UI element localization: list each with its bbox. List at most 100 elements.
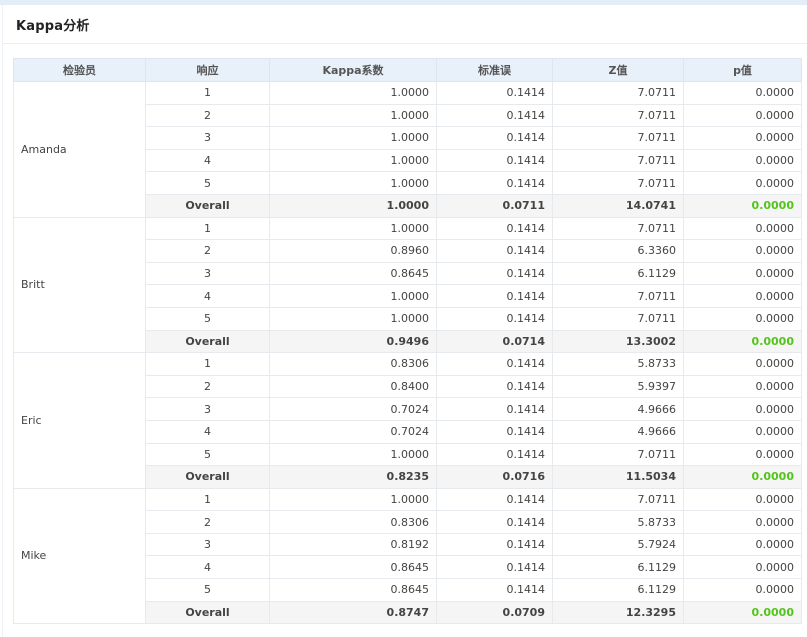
rater-name: Amanda [13, 81, 146, 218]
p-value-cell: 0.0000 [683, 600, 802, 625]
response-cell: 4 [145, 555, 270, 580]
p-value-cell: 0.0000 [683, 487, 802, 512]
z-value-cell: 5.7924 [552, 532, 684, 557]
kappa-cell: 1.0000 [269, 126, 437, 150]
panel-header: Kappa分析 [3, 5, 807, 44]
p-value-cell: 0.0000 [683, 171, 802, 195]
std-error-cell: 0.1414 [436, 306, 553, 331]
response-cell: Overall [145, 600, 270, 625]
p-value-cell: 0.0000 [683, 148, 802, 173]
response-cell: 5 [145, 306, 270, 331]
std-error-cell: 0.0711 [436, 193, 553, 218]
z-value-cell: 7.0711 [552, 306, 684, 331]
p-value-cell: 0.0000 [683, 555, 802, 580]
kappa-cell: 0.7024 [269, 397, 437, 421]
table-row: Eric 1 0.8306 0.1414 5.8733 0.0000 [13, 352, 802, 489]
table-row: Mike 1 1.0000 0.1414 7.0711 0.0000 [13, 487, 802, 625]
kappa-cell: 1.0000 [269, 171, 437, 195]
z-value-cell: 7.0711 [552, 487, 684, 512]
response-cell: 3 [145, 532, 270, 557]
std-error-cell: 0.1414 [436, 487, 553, 512]
p-value-cell: 0.0000 [683, 442, 802, 467]
kappa-cell: 1.0000 [269, 487, 437, 512]
kappa-cell: 0.9496 [269, 329, 437, 354]
std-error-cell: 0.1414 [436, 261, 553, 286]
z-value-cell: 7.0711 [552, 442, 684, 467]
response-cell: 4 [145, 419, 270, 444]
std-error-cell: 0.1414 [436, 171, 553, 195]
std-error-cell: 0.1414 [436, 578, 553, 602]
p-value-cell: 0.0000 [683, 81, 802, 105]
std-error-cell: 0.1414 [436, 510, 553, 534]
kappa-cell: 0.8645 [269, 555, 437, 580]
kappa-cell: 1.0000 [269, 193, 437, 218]
table-row: Britt 1 1.0000 0.1414 7.0711 0.0000 [13, 216, 802, 354]
column-header-kappa: Kappa系数 [269, 58, 437, 82]
rater-name: Eric [13, 352, 146, 489]
column-header-std-error: 标准误 [436, 58, 553, 82]
z-value-cell: 6.1129 [552, 555, 684, 580]
z-value-cell: 7.0711 [552, 103, 684, 128]
kappa-cell: 1.0000 [269, 284, 437, 308]
z-value-cell: 13.3002 [552, 329, 684, 354]
kappa-cell: 0.8235 [269, 465, 437, 489]
z-value-cell: 11.5034 [552, 465, 684, 489]
table-body: Amanda 1 1.0000 0.1414 7.0711 0.0000 2 1.0000 0.… [13, 81, 802, 625]
kappa-cell: 1.0000 [269, 103, 437, 128]
p-value-cell: 0.0000 [683, 329, 802, 354]
response-cell: 2 [145, 374, 270, 399]
z-value-cell: 4.9666 [552, 397, 684, 421]
p-value-cell: 0.0000 [683, 306, 802, 331]
header-row: 检验员 响应 Kappa系数 标准误 Z值 p值 [13, 58, 802, 82]
std-error-cell: 0.1414 [436, 81, 553, 105]
z-value-cell: 7.0711 [552, 148, 684, 173]
z-value-cell: 14.0741 [552, 193, 684, 218]
response-cell: 3 [145, 261, 270, 286]
std-error-cell: 0.1414 [436, 419, 553, 444]
std-error-cell: 0.1414 [436, 555, 553, 580]
p-value-cell: 0.0000 [683, 193, 802, 218]
z-value-cell: 7.0711 [552, 126, 684, 150]
kappa-cell: 1.0000 [269, 148, 437, 173]
z-value-cell: 6.1129 [552, 261, 684, 286]
response-cell: Overall [145, 465, 270, 489]
p-value-cell: 0.0000 [683, 578, 802, 602]
column-header-response: 响应 [145, 58, 270, 82]
z-value-cell: 7.0711 [552, 216, 684, 241]
kappa-cell: 1.0000 [269, 442, 437, 467]
z-value-cell: 7.0711 [552, 284, 684, 308]
kappa-cell: 1.0000 [269, 216, 437, 241]
std-error-cell: 0.1414 [436, 284, 553, 308]
kappa-table: 检验员 响应 Kappa系数 标准误 Z值 p值 Amanda 1 1.0000 0.… [13, 58, 802, 625]
z-value-cell: 12.3295 [552, 600, 684, 625]
response-cell: Overall [145, 193, 270, 218]
std-error-cell: 0.1414 [436, 126, 553, 150]
response-cell: 1 [145, 216, 270, 241]
std-error-cell: 0.0714 [436, 329, 553, 354]
column-header-p-value: p值 [683, 58, 802, 82]
kappa-cell: 0.8306 [269, 352, 437, 376]
p-value-cell: 0.0000 [683, 465, 802, 489]
response-cell: 3 [145, 397, 270, 421]
response-cell: 5 [145, 578, 270, 602]
p-value-cell: 0.0000 [683, 352, 802, 376]
kappa-cell: 0.8645 [269, 578, 437, 602]
z-value-cell: 7.0711 [552, 81, 684, 105]
rater-name: Britt [13, 216, 146, 354]
response-cell: 3 [145, 126, 270, 150]
kappa-cell: 0.8960 [269, 239, 437, 263]
kappa-cell: 0.8645 [269, 261, 437, 286]
response-cell: 1 [145, 81, 270, 105]
p-value-cell: 0.0000 [683, 397, 802, 421]
std-error-cell: 0.1414 [436, 103, 553, 128]
kappa-cell: 0.8306 [269, 510, 437, 534]
response-cell: 1 [145, 487, 270, 512]
std-error-cell: 0.1414 [436, 148, 553, 173]
kappa-panel: Kappa分析 检验员 响应 Kappa系数 标准误 Z值 p值 Amanda 1… [2, 5, 807, 637]
response-cell: 4 [145, 284, 270, 308]
z-value-cell: 5.8733 [552, 352, 684, 376]
std-error-cell: 0.1414 [436, 239, 553, 263]
z-value-cell: 4.9666 [552, 419, 684, 444]
response-cell: 5 [145, 171, 270, 195]
response-cell: 1 [145, 352, 270, 376]
